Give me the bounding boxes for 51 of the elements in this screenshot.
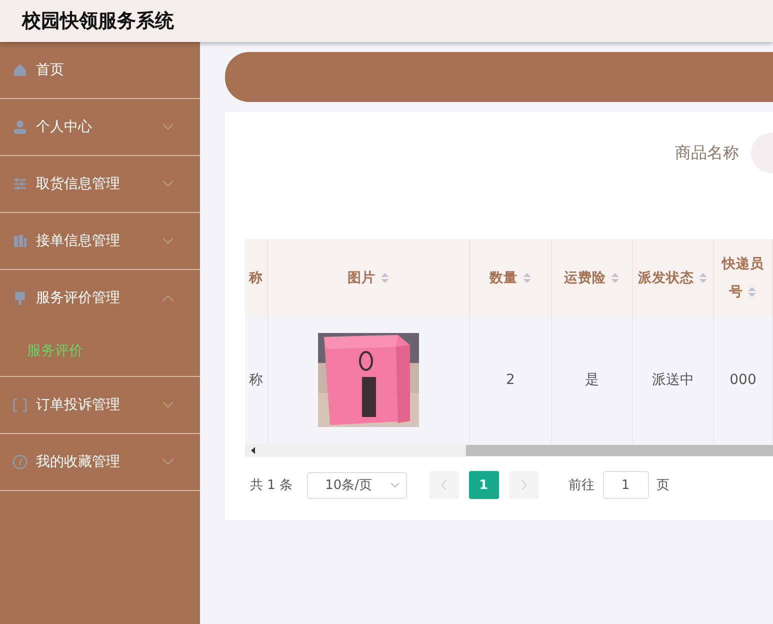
sidebar-item[interactable]: 个人中心	[0, 99, 200, 156]
sort-icon[interactable]	[610, 270, 620, 284]
column-header: 数量	[470, 239, 552, 316]
next-page-button[interactable]	[508, 471, 539, 499]
home-icon	[12, 62, 28, 78]
app-title: 校园快领服务系统	[22, 9, 174, 34]
chevron-icon	[162, 237, 174, 245]
page-button[interactable]: 1	[468, 471, 499, 499]
sort-icon[interactable]	[747, 284, 757, 298]
sidebar-item[interactable]: 取货信息管理	[0, 156, 200, 213]
chevron-icon	[162, 294, 174, 302]
goto-page-field[interactable]: 1	[602, 471, 649, 499]
chevron-icon	[162, 458, 174, 466]
sort-icon[interactable]	[522, 270, 532, 284]
search-label: 商品名称	[675, 142, 739, 164]
pin-icon	[12, 290, 28, 306]
table-cell: 2	[506, 372, 515, 388]
table-cell: 000	[730, 372, 756, 388]
column-header: 称	[245, 239, 268, 316]
horizontal-scrollbar[interactable]	[245, 444, 773, 457]
table-cell: 是	[585, 371, 599, 389]
sidebar-item[interactable]: 接单信息管理	[0, 213, 200, 270]
page-size-select[interactable]: 10条/页	[306, 472, 407, 498]
sliders-icon	[12, 176, 28, 192]
chevron-left-icon	[440, 479, 448, 491]
sort-icon[interactable]	[698, 270, 708, 284]
total-count: 共 1 条	[250, 477, 293, 494]
chevron-icon	[162, 401, 174, 409]
user-icon	[12, 119, 28, 135]
sidebar-subitem[interactable]: 服务评价	[0, 326, 200, 376]
chart-icon	[12, 233, 28, 249]
table-cell: 派送中	[652, 371, 694, 389]
sidebar-item[interactable]: 我的收藏管理	[0, 434, 200, 491]
sidebar-item[interactable]: 首页	[0, 42, 200, 99]
compass-icon	[12, 454, 28, 470]
sort-icon[interactable]	[380, 270, 390, 284]
column-header: 派发状态	[633, 239, 714, 316]
sidebar-item[interactable]: 服务评价管理	[0, 270, 200, 326]
chevron-icon	[390, 482, 400, 488]
table-cell: 称	[249, 371, 263, 389]
page-suffix: 页	[656, 477, 670, 494]
chevron-icon	[162, 180, 174, 188]
column-header: 图片	[268, 239, 470, 316]
column-header: 快递员 号	[714, 239, 773, 316]
column-header: 运费险	[552, 239, 633, 316]
goto-label: 前往	[568, 477, 595, 494]
sidebar-item[interactable]: 订单投诉管理	[0, 377, 200, 434]
chevron-icon	[162, 123, 174, 131]
chevron-right-icon	[520, 479, 528, 491]
bracket-icon	[12, 397, 28, 413]
prev-page-button[interactable]	[428, 471, 459, 499]
